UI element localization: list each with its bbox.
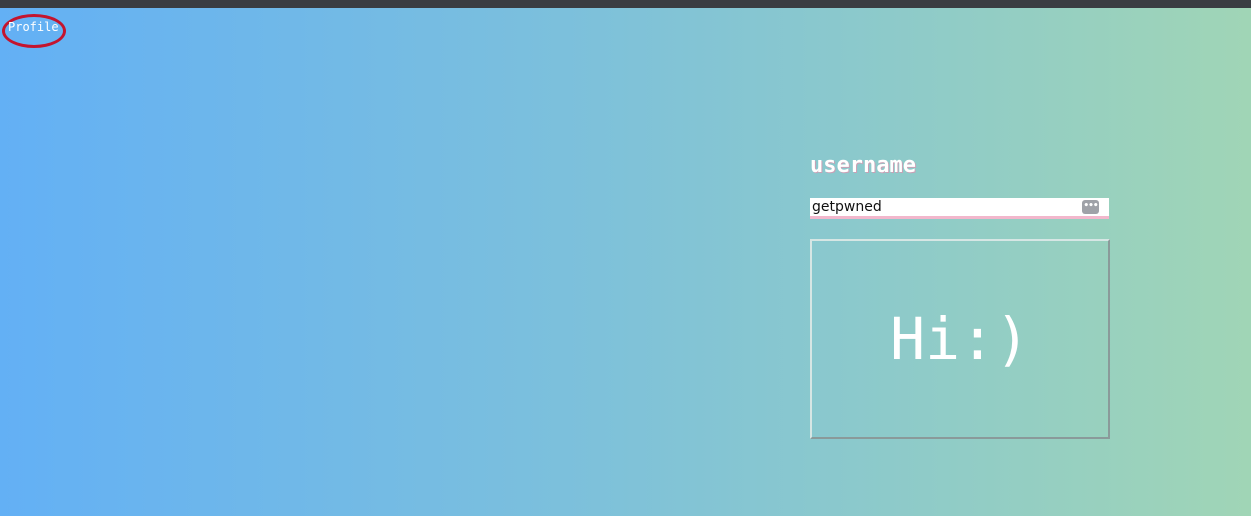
username-label: username: [810, 153, 916, 178]
greeting-box: Hi:): [810, 239, 1110, 439]
greeting-text: Hi:): [890, 305, 1030, 373]
username-field[interactable]: •••: [810, 198, 1109, 219]
browser-top-bar: [0, 0, 1251, 8]
more-dots-icon[interactable]: •••: [1082, 200, 1099, 214]
username-input[interactable]: [810, 198, 1080, 216]
profile-link[interactable]: Profile: [8, 20, 59, 34]
